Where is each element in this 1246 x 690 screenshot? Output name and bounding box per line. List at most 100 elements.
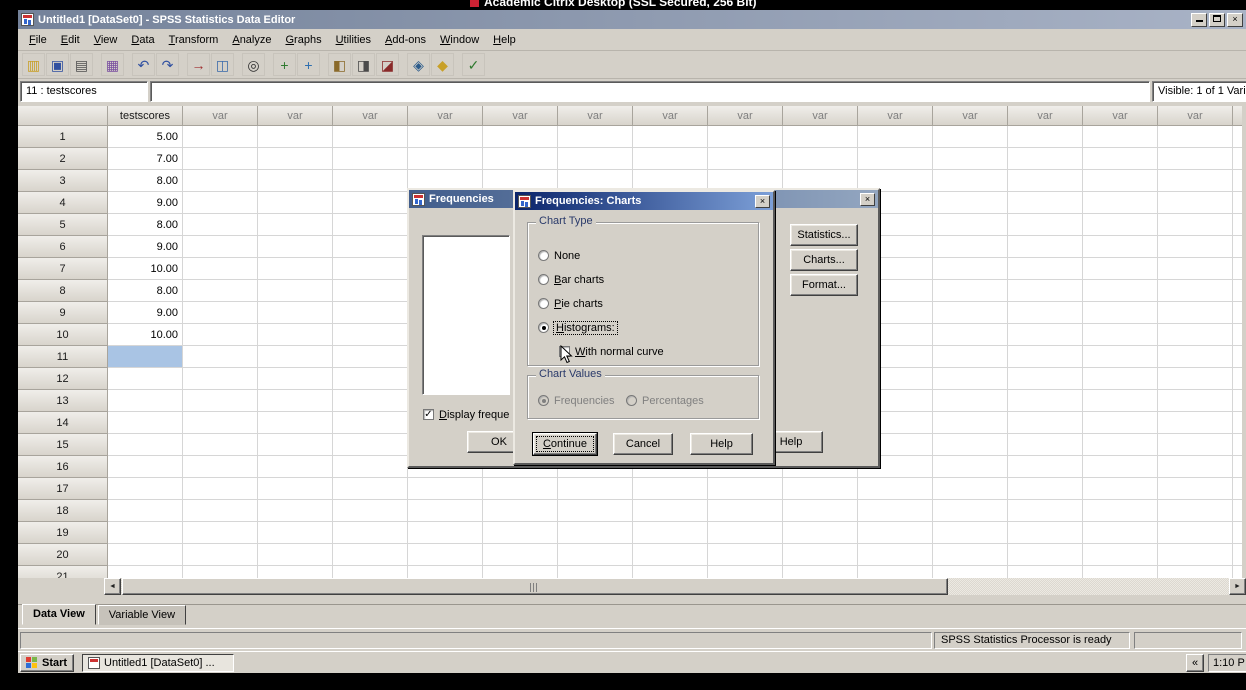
charts-help-button[interactable]: Help (690, 433, 753, 455)
empty-cell[interactable] (333, 346, 408, 368)
empty-cell[interactable] (1083, 148, 1158, 170)
empty-cell[interactable] (1233, 478, 1242, 500)
menu-window[interactable]: Window (433, 31, 486, 49)
empty-cell[interactable] (1008, 324, 1083, 346)
data-cell[interactable] (108, 434, 183, 456)
empty-cell[interactable] (708, 522, 783, 544)
empty-cell[interactable] (933, 456, 1008, 478)
cell-editor-input[interactable] (150, 81, 1150, 102)
empty-cell[interactable] (1158, 324, 1233, 346)
column-header-var[interactable]: var (1158, 106, 1233, 126)
empty-cell[interactable] (1158, 258, 1233, 280)
empty-cell[interactable] (258, 302, 333, 324)
column-header-var[interactable]: var (858, 106, 933, 126)
empty-cell[interactable] (258, 148, 333, 170)
empty-cell[interactable] (1158, 478, 1233, 500)
data-cell[interactable]: 10.00 (108, 324, 183, 346)
empty-cell[interactable] (333, 456, 408, 478)
empty-cell[interactable] (858, 500, 933, 522)
empty-cell[interactable] (1008, 434, 1083, 456)
empty-cell[interactable] (708, 126, 783, 148)
empty-cell[interactable] (1158, 192, 1233, 214)
empty-cell[interactable] (483, 500, 558, 522)
empty-cell[interactable] (183, 412, 258, 434)
open-file-button[interactable]: ▥ (22, 53, 45, 76)
row-number-cell[interactable]: 12 (18, 368, 108, 390)
select-cases-button[interactable]: ◪ (376, 53, 399, 76)
empty-cell[interactable] (1233, 566, 1242, 578)
empty-cell[interactable] (1233, 258, 1242, 280)
empty-cell[interactable] (1233, 390, 1242, 412)
statistics-button[interactable]: Statistics... (790, 224, 858, 246)
grid-corner[interactable] (18, 106, 108, 126)
empty-cell[interactable] (933, 368, 1008, 390)
empty-cell[interactable] (483, 126, 558, 148)
radio-histograms[interactable] (538, 322, 549, 333)
empty-cell[interactable] (858, 148, 933, 170)
save-button[interactable]: ▣ (46, 53, 69, 76)
empty-cell[interactable] (933, 302, 1008, 324)
menu-file[interactable]: File (22, 31, 54, 49)
row-number-cell[interactable]: 4 (18, 192, 108, 214)
empty-cell[interactable] (1158, 500, 1233, 522)
row-number-cell[interactable]: 15 (18, 434, 108, 456)
empty-cell[interactable] (783, 126, 858, 148)
menu-view[interactable]: View (87, 31, 125, 49)
empty-cell[interactable] (333, 324, 408, 346)
column-header-var[interactable]: var (933, 106, 1008, 126)
empty-cell[interactable] (933, 236, 1008, 258)
empty-cell[interactable] (333, 390, 408, 412)
data-cell[interactable]: 8.00 (108, 214, 183, 236)
empty-cell[interactable] (258, 170, 333, 192)
empty-cell[interactable] (183, 126, 258, 148)
restore-button[interactable] (1209, 12, 1225, 27)
menu-transform[interactable]: Transform (162, 31, 226, 49)
spellcheck-button[interactable]: ✓ (462, 53, 485, 76)
empty-cell[interactable] (333, 412, 408, 434)
empty-cell[interactable] (933, 280, 1008, 302)
empty-cell[interactable] (183, 368, 258, 390)
empty-cell[interactable] (483, 478, 558, 500)
column-header-var[interactable]: var (558, 106, 633, 126)
empty-cell[interactable] (258, 434, 333, 456)
empty-cell[interactable] (258, 478, 333, 500)
empty-cell[interactable] (1008, 170, 1083, 192)
radio-row-histograms[interactable]: Histograms: (538, 320, 618, 335)
column-header-var[interactable]: var (408, 106, 483, 126)
empty-cell[interactable] (1083, 170, 1158, 192)
empty-cell[interactable] (783, 522, 858, 544)
empty-cell[interactable] (1083, 522, 1158, 544)
empty-cell[interactable] (1158, 214, 1233, 236)
data-cell[interactable] (108, 456, 183, 478)
frequencies-dialog-close-button[interactable]: × (860, 192, 875, 206)
empty-cell[interactable] (183, 390, 258, 412)
empty-cell[interactable] (1158, 522, 1233, 544)
empty-cell[interactable] (1008, 280, 1083, 302)
empty-cell[interactable] (1008, 544, 1083, 566)
variables-button[interactable]: ◫ (211, 53, 234, 76)
data-cell[interactable] (108, 522, 183, 544)
empty-cell[interactable] (1008, 302, 1083, 324)
start-button[interactable]: Start (20, 654, 74, 672)
radio-row-bar-charts[interactable]: Bar charts (538, 273, 604, 286)
data-cell[interactable] (108, 412, 183, 434)
empty-cell[interactable] (483, 544, 558, 566)
charts-dialog-close-button[interactable]: × (755, 194, 770, 208)
empty-cell[interactable] (258, 236, 333, 258)
empty-cell[interactable] (783, 148, 858, 170)
value-labels-button[interactable]: ◈ (407, 53, 430, 76)
empty-cell[interactable] (1083, 566, 1158, 578)
empty-cell[interactable] (1083, 192, 1158, 214)
empty-cell[interactable] (558, 522, 633, 544)
scrollbar-thumb[interactable] (122, 578, 948, 595)
empty-cell[interactable] (933, 148, 1008, 170)
empty-cell[interactable] (1158, 390, 1233, 412)
empty-cell[interactable] (333, 258, 408, 280)
dialog-recall-button[interactable]: ▦ (101, 53, 124, 76)
radio-row-none[interactable]: None (538, 249, 580, 262)
empty-cell[interactable] (183, 566, 258, 578)
empty-cell[interactable] (258, 368, 333, 390)
empty-cell[interactable] (183, 478, 258, 500)
empty-cell[interactable] (933, 544, 1008, 566)
row-number-cell[interactable]: 3 (18, 170, 108, 192)
